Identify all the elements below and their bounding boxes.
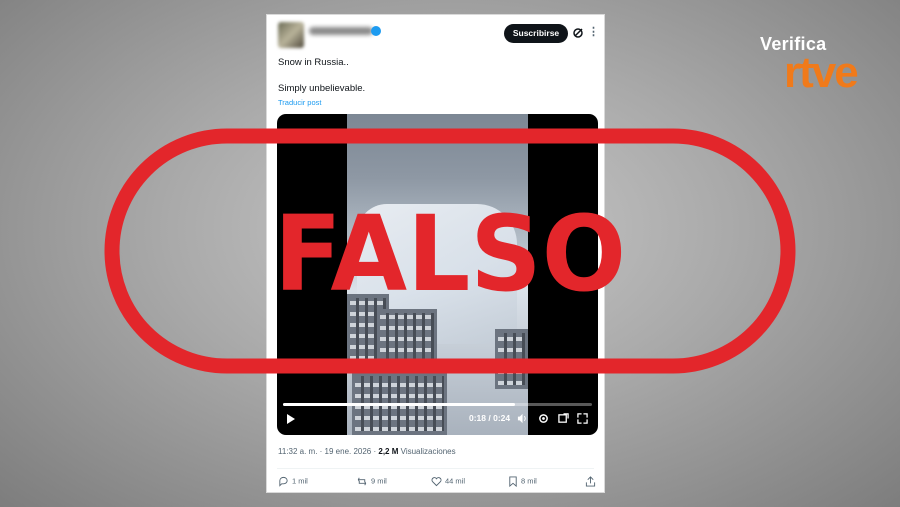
like-button[interactable]: 44 mil bbox=[431, 476, 465, 487]
heart-icon bbox=[431, 477, 442, 487]
video-frame bbox=[347, 114, 528, 435]
video-controls: 0:18 / 0:24 bbox=[277, 411, 598, 431]
building-image bbox=[495, 329, 528, 389]
tweet-card: Suscribirse ⋮ Snow in Russia.. Simply un… bbox=[266, 14, 605, 493]
bookmark-button[interactable]: 8 mil bbox=[508, 476, 537, 488]
play-icon[interactable] bbox=[287, 414, 295, 424]
volume-icon[interactable] bbox=[517, 413, 528, 424]
repost-button[interactable]: 9 mil bbox=[356, 476, 387, 487]
author-name-blurred[interactable] bbox=[309, 27, 373, 35]
views-count: 2,2 M bbox=[378, 447, 399, 456]
video-player[interactable]: 0:18 / 0:24 bbox=[277, 114, 598, 435]
verifica-rtve-logo: Verifica rtve bbox=[758, 34, 876, 104]
logo-rtve-text: rtve bbox=[784, 48, 859, 97]
share-icon[interactable] bbox=[585, 476, 596, 487]
tweet-date[interactable]: 19 ene. 2026 bbox=[325, 447, 372, 456]
repost-icon bbox=[357, 477, 367, 486]
subscribe-button[interactable]: Suscribirse bbox=[504, 24, 568, 43]
tweet-text-line-2: Simply unbelievable. bbox=[278, 83, 366, 94]
video-time: 0:18 / 0:24 bbox=[469, 413, 511, 423]
translate-post-link[interactable]: Traducir post bbox=[278, 98, 322, 107]
fullscreen-icon[interactable] bbox=[577, 413, 588, 424]
repost-count: 9 mil bbox=[371, 476, 387, 486]
bookmark-icon bbox=[509, 476, 517, 488]
reply-icon bbox=[279, 476, 288, 487]
divider bbox=[277, 468, 594, 469]
avatar[interactable] bbox=[278, 22, 304, 48]
more-options-icon[interactable]: ⋮ bbox=[588, 27, 599, 38]
tweet-actions: 1 mil 9 mil 44 mil 8 mil bbox=[278, 476, 598, 490]
video-progress-bar[interactable] bbox=[283, 403, 592, 406]
views-label: Visualizaciones bbox=[400, 447, 456, 456]
verified-badge-icon bbox=[371, 26, 381, 36]
reply-button[interactable]: 1 mil bbox=[278, 476, 308, 487]
video-progress-fill bbox=[283, 403, 515, 406]
pip-icon[interactable] bbox=[558, 413, 569, 424]
bookmark-count: 8 mil bbox=[521, 476, 537, 486]
reply-count: 1 mil bbox=[292, 476, 308, 486]
tweet-meta: 11:32 a. m. · 19 ene. 2026 · 2,2 M Visua… bbox=[278, 447, 456, 456]
like-count: 44 mil bbox=[445, 476, 466, 486]
settings-gear-icon[interactable] bbox=[538, 413, 549, 424]
tweet-time[interactable]: 11:32 a. m. bbox=[278, 447, 317, 456]
tweet-text-line-1: Snow in Russia.. bbox=[278, 57, 349, 68]
grok-icon[interactable] bbox=[572, 27, 584, 39]
